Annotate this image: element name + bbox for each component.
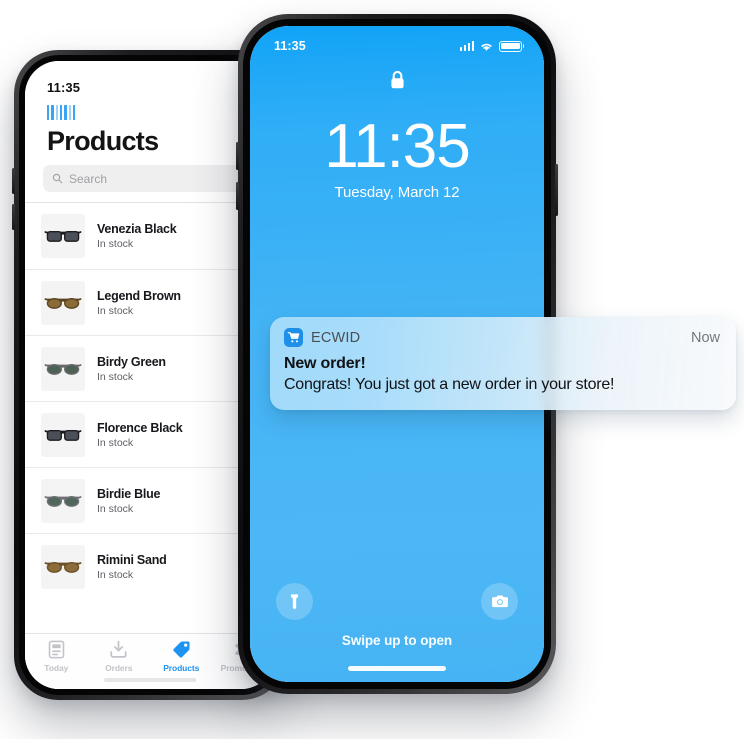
wifi-icon — [481, 43, 492, 51]
product-stock-status: In stock — [97, 370, 134, 383]
lock-closed-icon — [250, 68, 544, 93]
sunglasses-image — [44, 429, 82, 441]
product-meta: Legend Brown In stock — [97, 289, 181, 317]
left-phone-volume-down-button[interactable] — [12, 204, 15, 230]
lock-clock-time: 11:35 — [324, 112, 471, 181]
left-home-indicator — [104, 678, 196, 682]
product-name: Birdie Blue — [97, 486, 161, 501]
camera-button[interactable] — [481, 583, 518, 620]
tab-label: Orders — [105, 663, 133, 673]
tab-today[interactable]: Today — [25, 639, 88, 689]
status-bar-icons — [459, 40, 522, 52]
product-stock-status: In stock — [97, 436, 134, 449]
product-name: Rimini Sand — [97, 552, 167, 567]
left-phone-volume-up-button[interactable] — [12, 168, 15, 194]
lock-screen-actions — [250, 583, 544, 620]
shopping-cart-icon — [284, 328, 303, 347]
flashlight-icon — [290, 594, 299, 609]
product-name: Florence Black — [97, 420, 183, 435]
product-meta: Rimini Sand In stock — [97, 552, 167, 581]
signal-icon — [459, 41, 474, 51]
barcode-icon — [47, 105, 253, 120]
product-stock-status: In stock — [97, 304, 134, 317]
flashlight-button[interactable] — [276, 583, 313, 620]
search-placeholder: Search — [69, 171, 108, 186]
product-thumbnail — [41, 214, 85, 258]
notification-timestamp: Now — [690, 329, 720, 346]
lock-screen-clock: 11:35 Tuesday, March 12 — [250, 115, 544, 201]
notification-app-name: ECWID — [311, 329, 361, 346]
product-name: Legend Brown — [97, 288, 181, 303]
sunglasses-image — [44, 561, 82, 573]
tab-label: Today — [44, 663, 69, 673]
search-input[interactable]: Search — [43, 165, 257, 192]
tab-label: Products — [163, 663, 200, 673]
orders-inbox-icon — [109, 639, 128, 660]
left-status-bar-time: 11:35 — [47, 80, 81, 95]
product-meta: Birdie Blue In stock — [97, 486, 161, 515]
right-phone-power-button[interactable] — [555, 164, 558, 216]
product-meta: Venezia Black In stock — [97, 222, 177, 250]
right-status-bar-time: 11:35 — [274, 39, 306, 53]
sunglasses-image — [44, 230, 82, 242]
notification-banner[interactable]: ECWID Now New order! Congrats! You just … — [270, 317, 736, 411]
product-name: Venezia Black — [97, 222, 177, 236]
right-phone-volume-up-button[interactable] — [236, 142, 239, 170]
product-meta: Birdy Green In stock — [97, 355, 166, 383]
product-thumbnail — [41, 412, 85, 457]
sunglasses-image — [44, 495, 82, 507]
right-status-bar: 11:35 — [250, 26, 544, 60]
notification-body: Congrats! You just got a new order in yo… — [284, 376, 615, 394]
camera-icon — [491, 595, 508, 608]
screenshot-stage: 11:35 Products Search Venezia Black In s… — [0, 0, 744, 739]
search-icon — [52, 173, 63, 184]
notification-title: New order! — [284, 355, 366, 372]
right-home-indicator[interactable] — [348, 666, 446, 671]
right-phone-volume-down-button[interactable] — [236, 182, 239, 210]
product-thumbnail — [41, 280, 85, 325]
products-tag-icon — [172, 639, 191, 660]
sunglasses-image — [44, 297, 82, 309]
battery-icon — [499, 40, 522, 52]
product-stock-status: In stock — [97, 238, 134, 250]
product-thumbnail — [41, 544, 85, 589]
product-name: Birdy Green — [97, 354, 166, 369]
today-document-icon — [48, 639, 65, 660]
product-thumbnail — [41, 346, 85, 391]
notification-header: ECWID Now — [284, 328, 720, 347]
swipe-up-hint: Swipe up to open — [341, 633, 453, 648]
sunglasses-image — [44, 363, 82, 375]
product-thumbnail — [41, 478, 85, 523]
product-stock-status: In stock — [97, 568, 134, 581]
product-stock-status: In stock — [97, 502, 134, 515]
lock-clock-date: Tuesday, March 12 — [334, 184, 460, 202]
product-meta: Florence Black In stock — [97, 420, 183, 449]
